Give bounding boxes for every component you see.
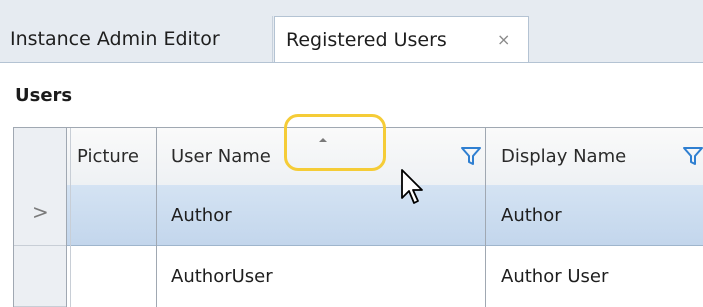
column-header-display-name[interactable]: Display Name <box>501 128 626 185</box>
mouse-cursor-icon <box>401 169 423 204</box>
close-icon[interactable]: × <box>497 17 510 63</box>
tab-strip: Instance Admin Editor Registered Users × <box>0 0 703 63</box>
tab-instance-admin-editor[interactable]: Instance Admin Editor <box>0 16 273 62</box>
row-indicator[interactable]: > <box>14 185 66 246</box>
filter-icon[interactable] <box>460 145 482 167</box>
user-name-cell[interactable]: Author <box>171 185 232 246</box>
users-grid: Picture User Name Display Name > Author <box>13 114 703 307</box>
filter-icon[interactable] <box>682 145 703 167</box>
column-divider <box>156 128 157 307</box>
table-row[interactable]: AuthorUser Author User <box>14 246 703 307</box>
user-name-cell[interactable]: AuthorUser <box>171 246 273 307</box>
row-indicator[interactable] <box>14 246 66 307</box>
column-header-label: Picture <box>77 146 139 167</box>
highlight-annotation <box>284 114 386 171</box>
table-row[interactable]: > Author Author <box>14 185 703 246</box>
column-header-label: User Name <box>171 146 271 167</box>
column-divider <box>66 128 67 307</box>
picture-cell[interactable] <box>67 246 154 307</box>
display-name-cell[interactable]: Author User <box>501 246 608 307</box>
column-header-picture[interactable]: Picture <box>77 128 139 185</box>
indicator-header <box>14 128 66 185</box>
display-name-cell[interactable]: Author <box>501 185 562 246</box>
column-divider <box>70 128 71 307</box>
tab-divider <box>0 62 703 63</box>
picture-cell[interactable] <box>67 185 154 246</box>
column-header-label: Display Name <box>501 146 627 167</box>
current-row-chevron-icon: > <box>32 200 49 224</box>
tab-label: Registered Users <box>286 29 447 51</box>
tab-label: Instance Admin Editor <box>10 28 220 50</box>
tab-registered-users[interactable]: Registered Users × <box>274 16 529 63</box>
registered-users-window: Instance Admin Editor Registered Users ×… <box>0 0 703 307</box>
section-title: Users <box>15 85 73 106</box>
column-divider <box>485 128 486 307</box>
